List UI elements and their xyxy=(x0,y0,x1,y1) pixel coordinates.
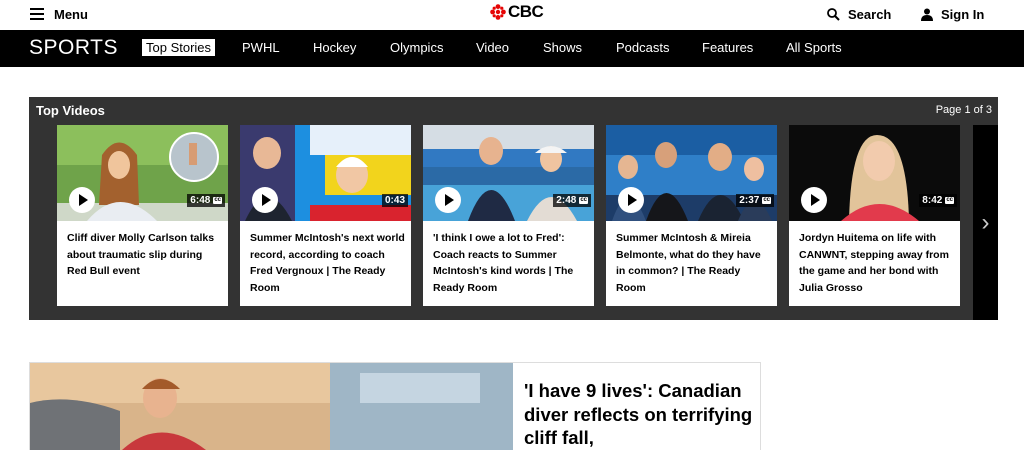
play-icon[interactable] xyxy=(252,187,278,213)
search-button[interactable]: Search xyxy=(827,3,891,25)
search-label: Search xyxy=(848,6,892,22)
duration-badge: 2:37 cc xyxy=(736,194,774,207)
video-card[interactable]: 0:43 Summer McIntosh's next world record… xyxy=(240,125,411,306)
nav-item-video[interactable]: Video xyxy=(476,40,509,55)
video-card[interactable]: 8:42 cc Jordyn Huitema on life with CANWN… xyxy=(789,125,960,306)
carousel-next-button[interactable]: › xyxy=(973,125,998,320)
duration-badge: 0:43 xyxy=(381,194,408,207)
page-indicator: Page 1 of 3 xyxy=(935,104,992,116)
menu-button[interactable]: Menu xyxy=(30,3,88,25)
feature-image[interactable] xyxy=(30,363,513,450)
user-icon xyxy=(921,8,933,21)
video-card[interactable]: 2:37 cc Summer McIntosh & Mireia Belmonte… xyxy=(606,125,777,306)
site-header: Menu CBC Search Sign In xyxy=(0,0,1024,30)
feature-headline[interactable]: 'I have 9 lives': Canadian diver reflect… xyxy=(524,379,756,450)
nav-item-features[interactable]: Features xyxy=(702,40,753,55)
closed-captions-icon: cc xyxy=(945,197,954,204)
video-title[interactable]: Jordyn Huitema on life with CANWNT, step… xyxy=(799,230,955,296)
video-title[interactable]: Cliff diver Molly Carlson talks about tr… xyxy=(67,230,223,280)
closed-captions-icon: cc xyxy=(213,197,222,204)
nav-item-all-sports[interactable]: All Sports xyxy=(786,40,842,55)
search-icon xyxy=(827,7,840,21)
play-icon[interactable] xyxy=(435,187,461,213)
sign-in-button[interactable]: Sign In xyxy=(921,3,984,25)
nav-item-pwhl[interactable]: PWHL xyxy=(242,40,280,55)
chevron-right-icon: › xyxy=(981,208,990,236)
nav-item-olympics[interactable]: Olympics xyxy=(390,40,443,55)
sports-nav: SPORTS Top Stories PWHL Hockey Olympics … xyxy=(0,30,1024,67)
video-card[interactable]: 2:48 cc 'I think I owe a lot to Fred': Co… xyxy=(423,125,594,306)
nav-item-top-stories[interactable]: Top Stories xyxy=(142,39,216,56)
video-title[interactable]: 'I think I owe a lot to Fred': Coach rea… xyxy=(433,230,589,296)
nav-item-hockey[interactable]: Hockey xyxy=(313,40,356,55)
menu-label: Menu xyxy=(54,6,88,22)
panel-title: Top Videos xyxy=(36,103,105,118)
sign-in-label: Sign In xyxy=(941,6,985,22)
cbc-gem-icon xyxy=(490,4,506,20)
nav-item-shows[interactable]: Shows xyxy=(543,40,582,55)
closed-captions-icon: cc xyxy=(579,197,588,204)
duration-badge: 2:48 cc xyxy=(553,194,591,207)
hamburger-icon xyxy=(30,8,44,20)
feature-story[interactable]: 'I have 9 lives': Canadian diver reflect… xyxy=(29,362,761,450)
closed-captions-icon: cc xyxy=(762,197,771,204)
top-videos-panel: Top Videos Page 1 of 3 6:48 cc Cliff dive… xyxy=(29,97,998,320)
nav-item-podcasts[interactable]: Podcasts xyxy=(616,40,669,55)
video-title[interactable]: Summer McIntosh's next world record, acc… xyxy=(250,230,406,296)
video-title[interactable]: Summer McIntosh & Mireia Belmonte, what … xyxy=(616,230,772,296)
play-icon[interactable] xyxy=(801,187,827,213)
logo-text: CBC xyxy=(508,2,544,21)
section-title[interactable]: SPORTS xyxy=(29,36,118,60)
play-icon[interactable] xyxy=(69,187,95,213)
cbc-logo[interactable]: CBC xyxy=(490,2,544,22)
video-card[interactable]: 6:48 cc Cliff diver Molly Carlson talks a… xyxy=(57,125,228,306)
duration-badge: 6:48 cc xyxy=(187,194,225,207)
play-icon[interactable] xyxy=(618,187,644,213)
duration-badge: 8:42 cc xyxy=(919,194,957,207)
